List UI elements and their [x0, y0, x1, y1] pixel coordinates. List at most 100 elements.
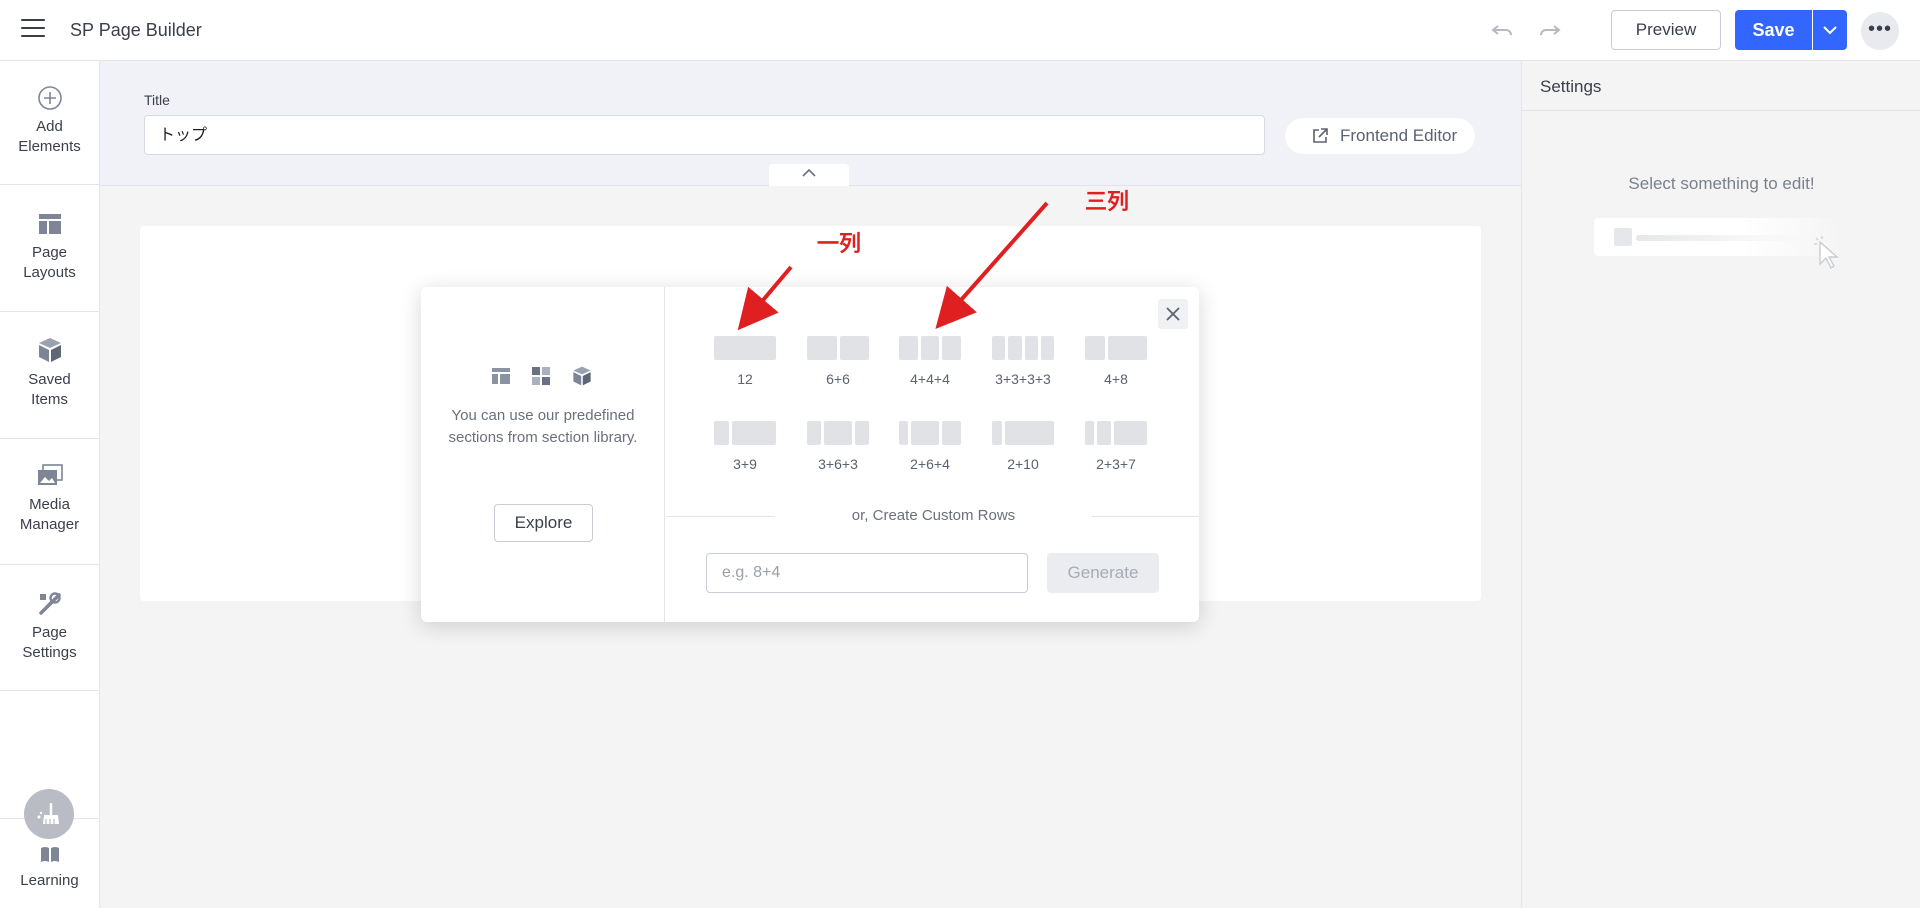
- layout-label: 3+6+3: [818, 456, 858, 472]
- column-block: [731, 421, 776, 445]
- preview-button[interactable]: Preview: [1611, 10, 1721, 50]
- sidebar-item-label: Page: [31, 244, 68, 261]
- sidebar-item-learning[interactable]: Learning: [0, 819, 99, 908]
- tools-icon: [38, 592, 61, 615]
- sidebar-item-label: Layouts: [23, 264, 76, 281]
- column-block: [807, 336, 837, 360]
- sidebar-item-page-layouts[interactable]: Page Layouts: [0, 185, 99, 312]
- sidebar-item-label: Settings: [22, 644, 77, 661]
- layout-preview: [807, 421, 869, 445]
- chevron-down-icon: [1823, 26, 1837, 35]
- generate-button[interactable]: Generate: [1047, 553, 1159, 593]
- layout-preview: [714, 336, 776, 360]
- layout-label: 4+4+4: [910, 371, 950, 387]
- add-row-modal: You can use our predefined sections from…: [421, 287, 1199, 622]
- blocks-icon: [532, 367, 550, 385]
- redo-icon[interactable]: [1536, 18, 1562, 42]
- column-block: [1040, 336, 1054, 360]
- layout-option[interactable]: 3+9: [705, 421, 785, 485]
- column-block: [1004, 421, 1054, 445]
- layout-option[interactable]: 3+3+3+3: [983, 336, 1063, 400]
- sidebar-item-label: Items: [31, 391, 68, 408]
- frontend-editor-label: Frontend Editor: [1340, 126, 1458, 145]
- layout-label: 2+6+4: [910, 456, 950, 472]
- column-block: [1097, 421, 1112, 445]
- column-block: [714, 336, 776, 360]
- plus-circle-icon: [37, 86, 62, 110]
- column-block: [942, 336, 961, 360]
- divider-line: [1092, 516, 1199, 517]
- custom-rows-label: or, Create Custom Rows: [851, 507, 1016, 524]
- column-block: [855, 421, 869, 445]
- sidebar-item-label: Elements: [18, 138, 81, 155]
- layout-option[interactable]: 4+8: [1076, 336, 1156, 400]
- layout-option[interactable]: 4+4+4: [890, 336, 970, 400]
- images-icon: [37, 464, 63, 485]
- divider-line: [666, 516, 775, 517]
- column-block: [911, 421, 940, 445]
- sidebar-item-add-elements[interactable]: Add Elements: [0, 61, 99, 185]
- hamburger-menu-icon[interactable]: [21, 19, 45, 39]
- collapse-toggle[interactable]: [769, 164, 849, 186]
- layout-preview: [992, 421, 1054, 445]
- cube-icon: [573, 366, 591, 386]
- save-options-button[interactable]: [1813, 10, 1847, 50]
- column-block: [839, 336, 869, 360]
- layout-option[interactable]: 6+6: [798, 336, 878, 400]
- layout-label: 3+3+3+3: [995, 371, 1051, 387]
- layout-option[interactable]: 2+6+4: [890, 421, 970, 485]
- column-block: [714, 421, 729, 445]
- sidebar-item-page-settings[interactable]: Page Settings: [0, 565, 99, 691]
- settings-heading: Settings: [1522, 61, 1920, 111]
- column-block: [992, 421, 1002, 445]
- column-block: [1008, 336, 1022, 360]
- title-band: Title トップ Frontend Editor: [100, 61, 1521, 186]
- top-bar: SP Page Builder Preview Save •••: [0, 0, 1920, 61]
- save-button[interactable]: Save: [1735, 10, 1812, 50]
- undo-icon[interactable]: [1490, 18, 1516, 42]
- sidebar-item-label: Page: [31, 624, 68, 641]
- more-options-button[interactable]: •••: [1861, 12, 1899, 50]
- layout-label: 12: [737, 371, 753, 387]
- library-icons: [491, 364, 595, 388]
- custom-rows-input[interactable]: e.g. 8+4: [706, 553, 1028, 593]
- column-block: [1085, 336, 1105, 360]
- book-icon: [40, 847, 59, 862]
- layout-option[interactable]: 3+6+3: [798, 421, 878, 485]
- column-block: [1085, 421, 1095, 445]
- sidebar-item-saved-items[interactable]: Saved Items: [0, 312, 99, 439]
- app-title: SP Page Builder: [70, 20, 202, 40]
- sidebar-item-label: Saved: [28, 371, 71, 388]
- close-modal-button[interactable]: [1158, 299, 1188, 329]
- layout-label: 6+6: [826, 371, 850, 387]
- layout-label: 2+10: [1007, 456, 1039, 472]
- section-library-panel: You can use our predefined sections from…: [421, 287, 665, 622]
- layout-option[interactable]: 2+10: [983, 421, 1063, 485]
- library-description: You can use our predefined sections from…: [448, 407, 638, 446]
- close-icon: [1166, 307, 1180, 321]
- column-block: [824, 421, 852, 445]
- settings-empty-text: Select something to edit!: [1628, 174, 1815, 193]
- frontend-editor-button[interactable]: Frontend Editor: [1285, 118, 1475, 154]
- layout-preview: [1085, 336, 1147, 360]
- annotation-one-column: 一列: [817, 232, 862, 257]
- title-input[interactable]: トップ: [144, 115, 1265, 155]
- column-block: [899, 421, 909, 445]
- layout-preview: [899, 421, 961, 445]
- column-block: [1107, 336, 1147, 360]
- layout-option[interactable]: 12: [705, 336, 785, 400]
- explore-button[interactable]: Explore: [494, 504, 593, 542]
- chevron-up-icon: [802, 168, 816, 177]
- layout-preview: [1085, 421, 1147, 445]
- layout-label: 2+3+7: [1096, 456, 1136, 472]
- column-block: [942, 421, 961, 445]
- cursor-icon: [1814, 236, 1839, 270]
- layout-preview: [899, 336, 961, 360]
- left-sidebar: Add Elements Page Layouts Saved Items Me…: [0, 61, 100, 908]
- layout-icon: [38, 214, 61, 234]
- column-block: [807, 421, 821, 445]
- sidebar-item-label: Manager: [19, 516, 80, 533]
- sidebar-item-media-manager[interactable]: Media Manager: [0, 439, 99, 565]
- sidebar-item-label: Add: [36, 118, 63, 135]
- layout-option[interactable]: 2+3+7: [1076, 421, 1156, 485]
